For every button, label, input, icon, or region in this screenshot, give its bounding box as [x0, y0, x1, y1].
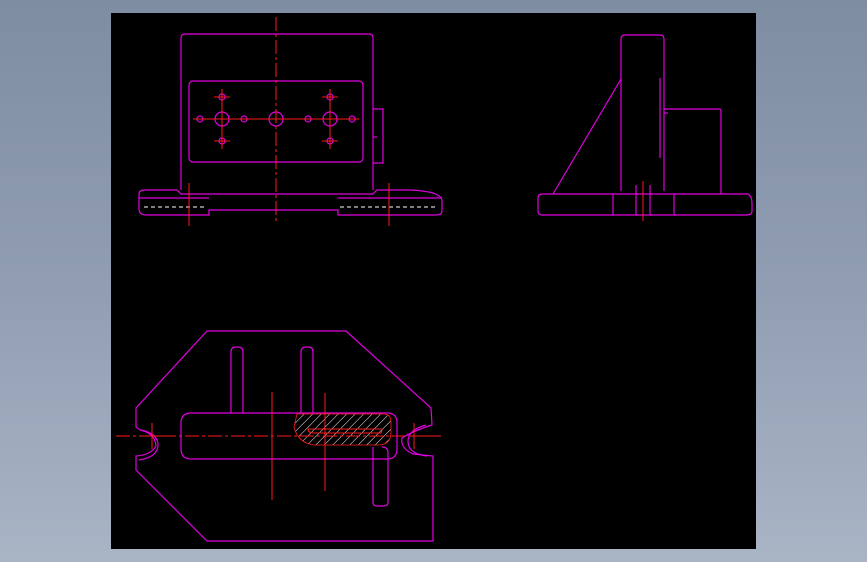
- side-base-plate: [537, 193, 753, 216]
- front-side-block: [373, 108, 384, 164]
- side-gusset-rib: [552, 78, 622, 195]
- drawing-viewport[interactable]: [111, 13, 756, 549]
- side-rear-block: [664, 108, 722, 194]
- front-base-plate: [138, 189, 443, 216]
- top-rib-left: [230, 346, 244, 413]
- front-view: [138, 17, 443, 226]
- top-l-arm: [372, 446, 389, 507]
- side-column: [620, 34, 665, 191]
- top-rib-right: [300, 346, 314, 413]
- top-view: [116, 330, 441, 542]
- side-view: [537, 34, 753, 221]
